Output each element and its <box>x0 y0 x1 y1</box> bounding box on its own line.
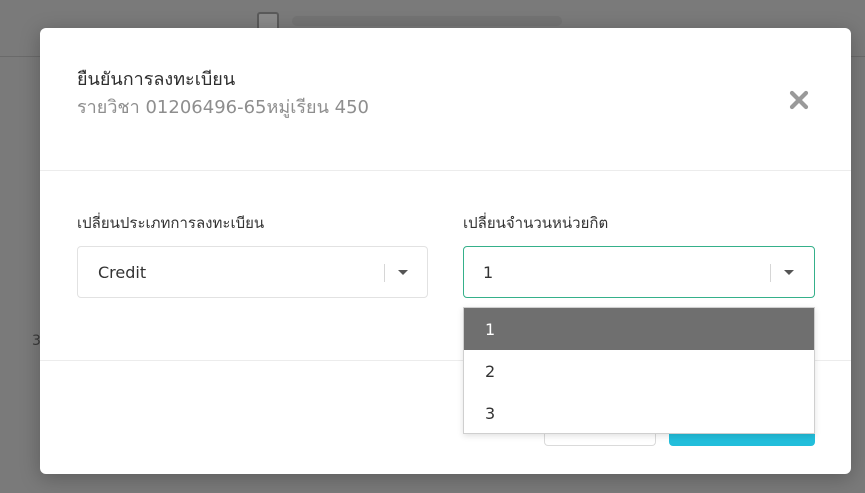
dropdown-option-2[interactable]: 2 <box>464 350 814 392</box>
select-separator <box>384 264 385 282</box>
credit-units-label: เปลี่ยนจำนวนหน่วยกิต <box>463 214 609 232</box>
header-divider <box>40 170 851 171</box>
registration-type-label: เปลี่ยนประเภทการลงทะเบียน <box>77 214 265 232</box>
registration-type-select[interactable]: Credit <box>77 246 428 298</box>
dropdown-option-3[interactable]: 3 <box>464 392 814 434</box>
credit-units-select[interactable]: 1 <box>463 246 815 298</box>
chevron-down-icon <box>398 270 408 275</box>
close-icon[interactable] <box>787 88 811 112</box>
credit-units-value: 1 <box>483 262 494 282</box>
dropdown-option-1[interactable]: 1 <box>464 308 814 350</box>
background-text-blur <box>292 16 562 26</box>
dialog-subtitle: รายวิชา 01206496-65หมู่เรียน 450 <box>77 97 369 118</box>
dialog-title: ยืนยันการลงทะเบียน <box>77 69 236 90</box>
select-separator <box>770 264 771 282</box>
registration-type-value: Credit <box>98 262 147 282</box>
chevron-down-icon <box>784 270 794 275</box>
credit-units-dropdown: 1 2 3 <box>463 307 815 434</box>
